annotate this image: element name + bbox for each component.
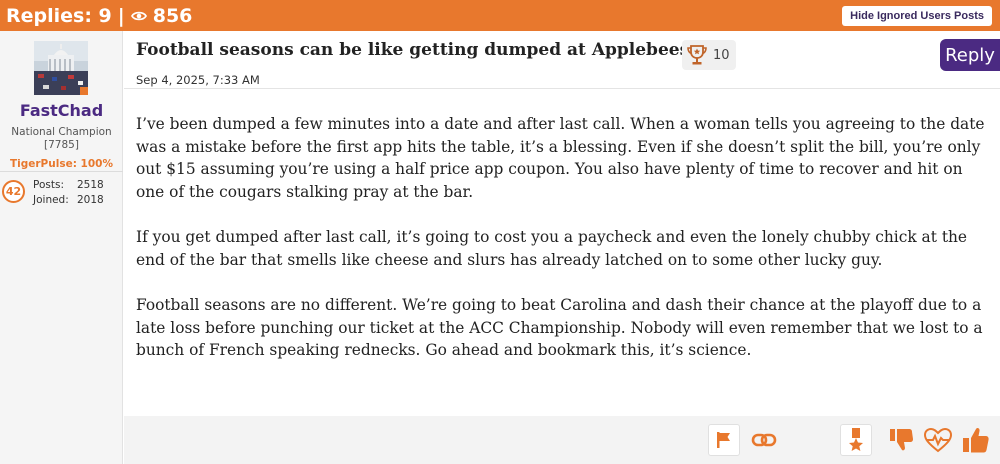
posts-stat: Posts: 2518 — [33, 178, 104, 193]
joined-value: 2018 — [77, 194, 104, 206]
trophy-icon — [687, 45, 707, 65]
views-count: 856 — [152, 4, 193, 27]
posts-label: Posts: — [33, 179, 64, 191]
thumbs-down-icon — [890, 429, 913, 451]
user-level-badge: 42 — [2, 180, 25, 203]
author-sidebar: FastChad National Champion [7785] TigerP… — [0, 31, 123, 464]
sidebar-divider — [0, 171, 123, 172]
tigerpulse-score[interactable]: TigerPulse: 100% — [0, 158, 123, 170]
award-button[interactable] — [840, 424, 872, 456]
post-date: Sep 4, 2025, 7:33 AM — [136, 73, 260, 87]
user-rank: National Champion — [11, 126, 112, 138]
heart-pulse-icon — [923, 427, 953, 453]
topic-header-bar: Replies: 9 | 856 Hide Ignored Users Post… — [0, 0, 1000, 31]
avatar[interactable] — [34, 41, 88, 95]
trophy-counter[interactable]: 10 — [682, 40, 736, 70]
award-icon — [849, 428, 863, 451]
thumbs-up-button[interactable] — [960, 424, 992, 456]
post-body: I’ve been dumped a few minutes into a da… — [136, 113, 994, 385]
post-paragraph: I’ve been dumped a few minutes into a da… — [136, 115, 985, 201]
thumbs-up-icon — [963, 427, 989, 453]
post-title: Football seasons can be like getting dum… — [136, 40, 690, 60]
thumbs-down-button[interactable] — [886, 424, 918, 456]
post-header-divider — [124, 88, 1000, 89]
topic-stats: Replies: 9 | 856 — [6, 5, 192, 27]
post-paragraph: Football seasons are no different. We’re… — [136, 296, 983, 359]
replies-count: Replies: 9 — [6, 4, 112, 27]
link-icon — [751, 433, 777, 447]
hide-ignored-users-button[interactable]: Hide Ignored Users Posts — [842, 5, 992, 26]
stats-separator: | — [117, 4, 125, 27]
user-stats: Posts: 2518 Joined: 2018 — [33, 178, 104, 208]
user-title: National Champion [7785] — [0, 126, 123, 152]
eye-icon — [130, 11, 147, 20]
posts-value: 2518 — [77, 179, 104, 191]
joined-label: Joined: — [33, 194, 69, 206]
username[interactable]: FastChad — [0, 101, 123, 120]
report-button[interactable] — [708, 424, 740, 456]
reply-button[interactable]: Reply — [940, 39, 1000, 71]
post-paragraph: If you get dumped after last call, it’s … — [136, 228, 968, 269]
permalink-button[interactable] — [748, 424, 780, 456]
user-id: [7785] — [44, 139, 79, 151]
heart-pulse-button[interactable] — [922, 424, 954, 456]
trophy-count: 10 — [713, 47, 730, 63]
joined-stat: Joined: 2018 — [33, 193, 104, 208]
flag-icon — [717, 432, 730, 448]
